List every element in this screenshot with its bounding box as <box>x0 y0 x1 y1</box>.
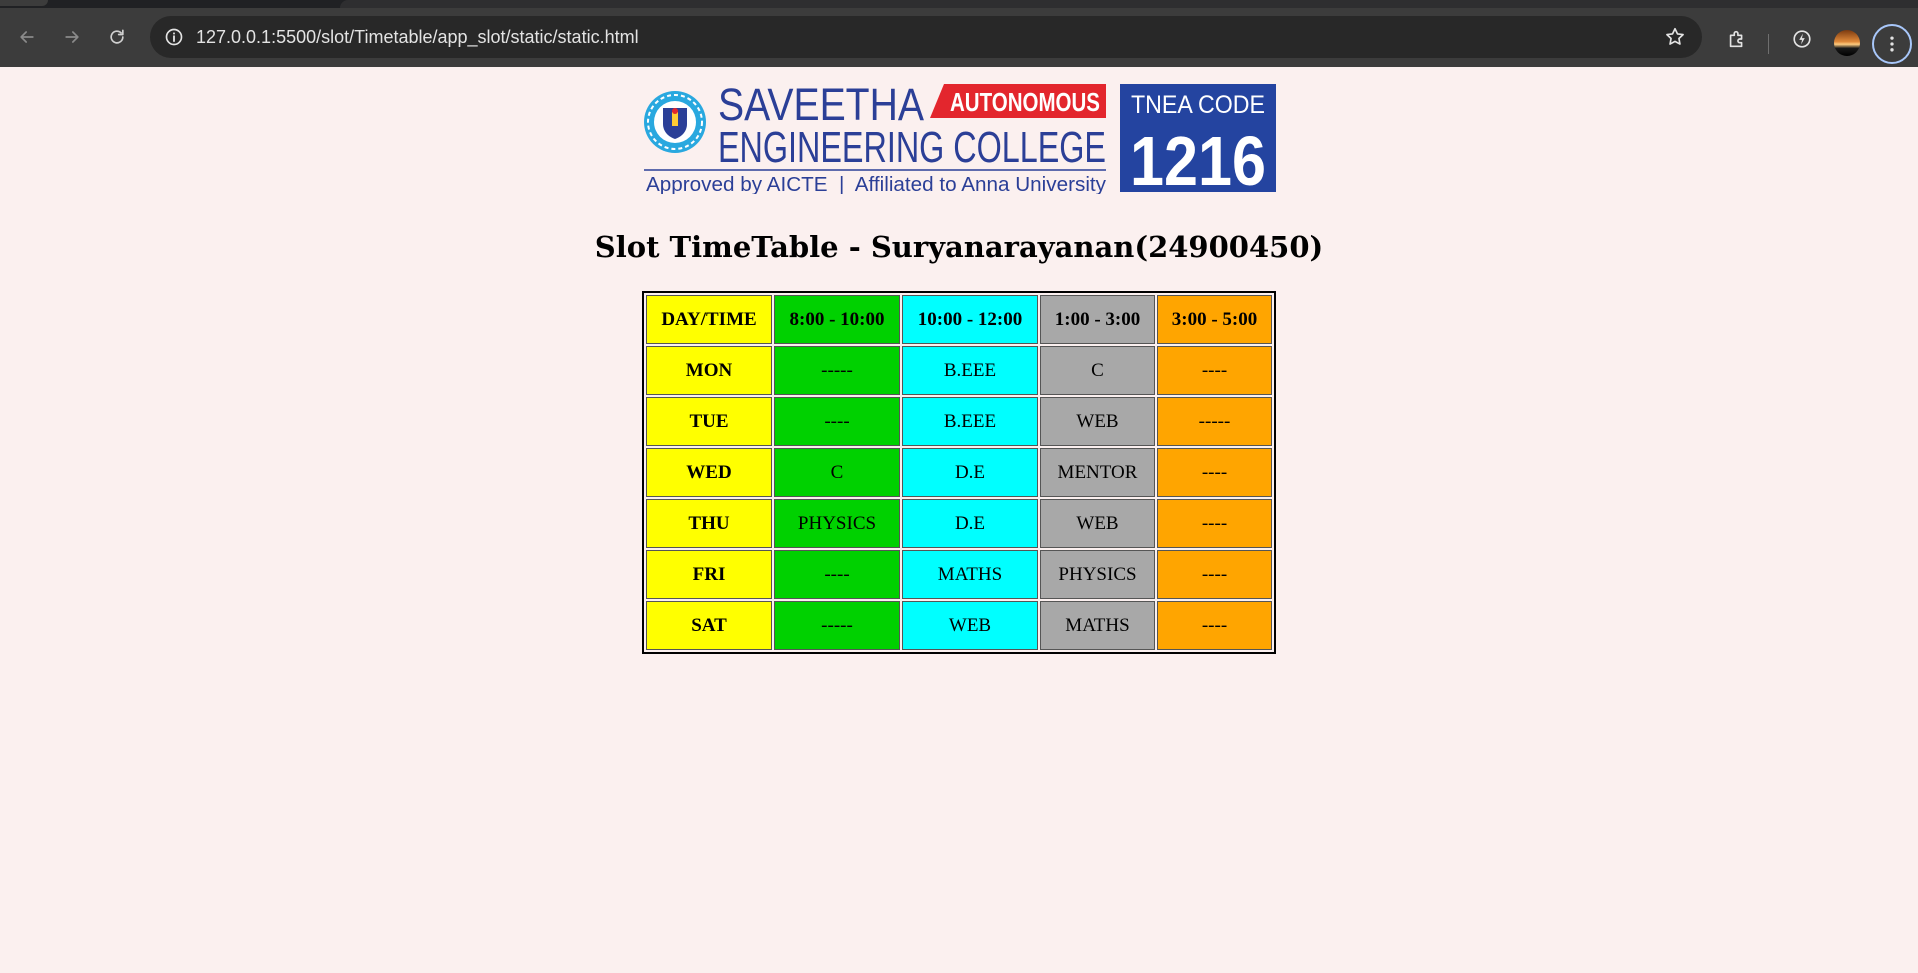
slot-cell: ----- <box>1157 397 1272 446</box>
table-row: FRI ---- MATHS PHYSICS ---- <box>646 550 1272 599</box>
slot-cell: B.EEE <box>902 346 1038 395</box>
performance-button[interactable] <box>1790 27 1814 51</box>
slot-cell: ---- <box>1157 550 1272 599</box>
day-cell: TUE <box>646 397 772 446</box>
extensions-button[interactable] <box>1725 27 1749 51</box>
slot-cell: C <box>774 448 900 497</box>
slot-cell: PHYSICS <box>774 499 900 548</box>
table-row: WED C D.E MENTOR ---- <box>646 448 1272 497</box>
slot-cell: MATHS <box>902 550 1038 599</box>
table-row: TUE ---- B.EEE WEB ----- <box>646 397 1272 446</box>
profile-avatar[interactable] <box>1834 30 1860 56</box>
tnea-code-number: 1216 <box>1130 122 1266 194</box>
slot-cell: ---- <box>1157 448 1272 497</box>
address-bar[interactable]: 127.0.0.1:5500/slot/Timetable/app_slot/s… <box>150 16 1702 58</box>
slot-cell: WEB <box>1040 397 1155 446</box>
browser-menu-button[interactable] <box>1872 24 1912 64</box>
header-cell-daytime: DAY/TIME <box>646 295 772 344</box>
timetable-header-row: DAY/TIME 8:00 - 10:00 10:00 - 12:00 1:00… <box>646 295 1272 344</box>
slot-cell: C <box>1040 346 1155 395</box>
arrow-left-icon <box>20 31 34 43</box>
energy-saver-icon <box>1793 30 1811 48</box>
tab-strip <box>0 0 1918 8</box>
slot-cell: B.EEE <box>902 397 1038 446</box>
slot-cell: PHYSICS <box>1040 550 1155 599</box>
timetable: DAY/TIME 8:00 - 10:00 10:00 - 12:00 1:00… <box>642 291 1276 654</box>
logo-college-line2: ENGINEERING COLLEGE <box>718 123 1106 172</box>
college-emblem-icon <box>644 91 706 153</box>
toolbar-divider <box>1768 34 1769 54</box>
day-cell: WED <box>646 448 772 497</box>
tab-bar-background <box>340 0 1918 8</box>
slot-cell: ---- <box>774 550 900 599</box>
url-text[interactable]: 127.0.0.1:5500/slot/Timetable/app_slot/s… <box>196 27 639 48</box>
slot-cell: WEB <box>902 601 1038 650</box>
college-logo: SAVEETHA AUTONOMOUS ENGINEERING COLLEGE … <box>644 82 1276 194</box>
site-info-icon[interactable] <box>164 27 184 47</box>
slot-cell: MATHS <box>1040 601 1155 650</box>
more-vertical-icon <box>1890 36 1894 52</box>
slot-cell: ---- <box>774 397 900 446</box>
active-tab-edge[interactable] <box>0 0 48 6</box>
day-cell: THU <box>646 499 772 548</box>
reload-button[interactable] <box>102 22 132 52</box>
slot-cell: ---- <box>1157 499 1272 548</box>
slot-cell: ---- <box>1157 601 1272 650</box>
slot-cell: WEB <box>1040 499 1155 548</box>
arrow-right-icon <box>65 31 79 43</box>
logo-tagline: Approved by AICTE | Affiliated to Anna U… <box>646 174 1106 194</box>
slot-cell: D.E <box>902 448 1038 497</box>
reload-icon <box>110 29 124 44</box>
slot-cell: ----- <box>774 601 900 650</box>
slot-cell: MENTOR <box>1040 448 1155 497</box>
header-cell-slot-2: 10:00 - 12:00 <box>902 295 1038 344</box>
browser-toolbar: 127.0.0.1:5500/slot/Timetable/app_slot/s… <box>0 8 1918 67</box>
slot-cell: ---- <box>1157 346 1272 395</box>
table-row: SAT ----- WEB MATHS ---- <box>646 601 1272 650</box>
page-title: Slot TimeTable - Suryanarayanan(24900450… <box>594 230 1324 264</box>
bookmark-star-icon[interactable] <box>1664 26 1686 48</box>
table-row: THU PHYSICS D.E WEB ---- <box>646 499 1272 548</box>
back-button[interactable] <box>12 22 42 52</box>
header-cell-slot-1: 8:00 - 10:00 <box>774 295 900 344</box>
day-cell: FRI <box>646 550 772 599</box>
slot-cell: D.E <box>902 499 1038 548</box>
logo-autonomous-badge: AUTONOMOUS <box>950 87 1100 117</box>
header-cell-slot-3: 1:00 - 3:00 <box>1040 295 1155 344</box>
puzzle-piece-icon <box>1729 30 1743 48</box>
table-row: MON ----- B.EEE C ---- <box>646 346 1272 395</box>
tnea-code-label: TNEA CODE <box>1131 91 1265 119</box>
forward-button[interactable] <box>57 22 87 52</box>
day-cell: MON <box>646 346 772 395</box>
header-cell-slot-4: 3:00 - 5:00 <box>1157 295 1272 344</box>
day-cell: SAT <box>646 601 772 650</box>
slot-cell: ----- <box>774 346 900 395</box>
